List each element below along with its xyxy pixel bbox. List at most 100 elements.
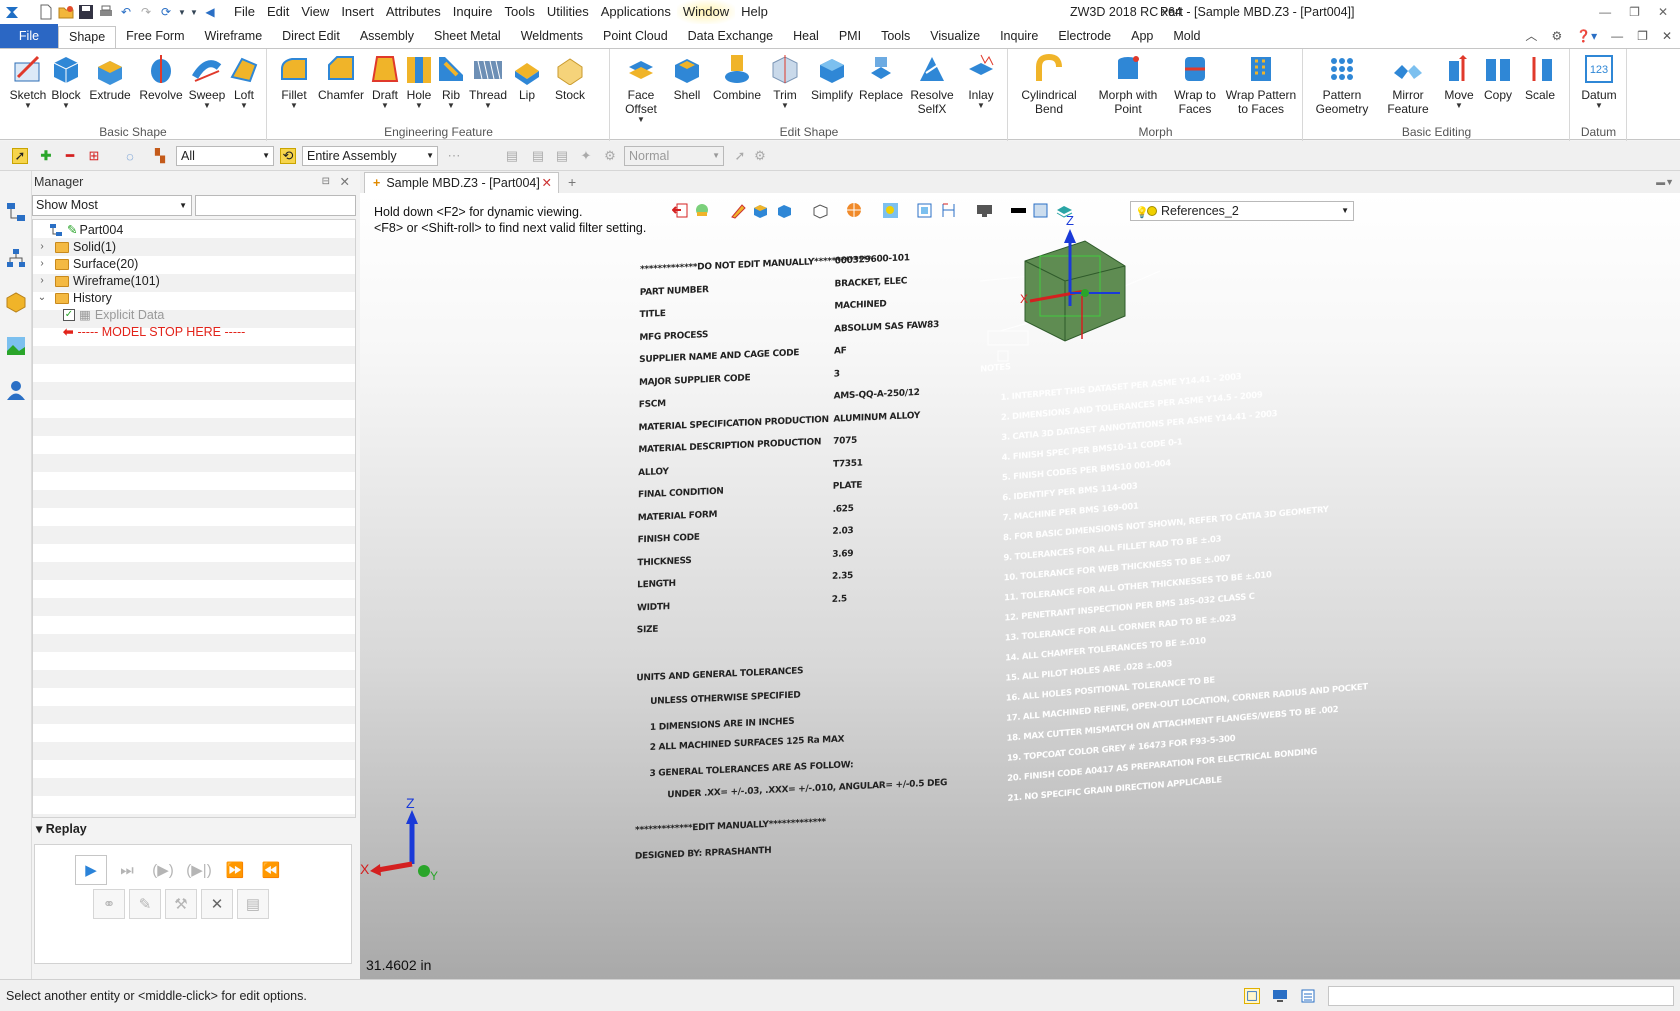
replay-header[interactable]: ▾ Replay <box>32 818 356 840</box>
view-cube-icon[interactable] <box>776 202 793 219</box>
exit-icon[interactable] <box>672 202 689 219</box>
tab-weldments[interactable]: Weldments <box>511 24 593 48</box>
checkbox-icon[interactable]: ✓ <box>63 309 75 321</box>
close-icon[interactable]: ✕ <box>1658 0 1668 24</box>
datum-button[interactable]: 123 Datum ▼ <box>1579 53 1619 110</box>
step-over-button[interactable]: (▶|) <box>183 855 215 885</box>
tree-item-explicit-data[interactable]: ✓ ▦ Explicit Data <box>63 306 164 324</box>
filter-icon[interactable]: ▚ <box>152 148 168 164</box>
lasso-select-icon[interactable]: ◌ <box>122 148 138 164</box>
tree-item-surface[interactable]: › Surface(20) <box>35 255 138 273</box>
assembly-filter-icon[interactable]: ⟲ <box>280 148 296 164</box>
extrude-button[interactable]: Extrude <box>88 53 132 102</box>
tab-sample-mbd[interactable]: + Sample MBD.Z3 - [Part004] ✕ <box>364 172 559 193</box>
menu-file[interactable]: File <box>228 0 261 24</box>
redo-icon[interactable]: ↷ <box>138 4 154 20</box>
part-library-icon[interactable] <box>5 291 27 313</box>
command-input[interactable] <box>1328 986 1674 1006</box>
render-icon[interactable] <box>882 202 899 219</box>
user-icon[interactable] <box>5 379 27 401</box>
section-icon[interactable] <box>846 202 863 219</box>
tab-inquire[interactable]: Inquire <box>990 24 1048 48</box>
move-button[interactable]: Move ▼ <box>1440 53 1478 110</box>
tab-list-icon[interactable]: ▬▼ <box>1656 171 1674 193</box>
link-tool-button[interactable]: ⚭ <box>93 889 125 919</box>
tab-visualize[interactable]: Visualize <box>920 24 990 48</box>
copy-button[interactable]: Copy <box>1480 53 1516 102</box>
cylindrical-bend-button[interactable]: Cylindrical Bend <box>1017 53 1081 116</box>
open-folder-icon[interactable] <box>58 4 74 20</box>
close-icon[interactable]: ✕ <box>542 173 552 193</box>
loft-button[interactable]: Loft ▼ <box>228 53 260 110</box>
rewind-button[interactable]: ⏪ <box>255 855 287 885</box>
new-file-icon[interactable] <box>38 4 54 20</box>
replace-button[interactable]: Replace <box>859 53 903 102</box>
menu-help[interactable]: Help <box>735 0 774 24</box>
hole-button[interactable]: Hole ▼ <box>404 53 434 110</box>
assembly-tree-icon[interactable] <box>5 247 27 269</box>
dimension-icon[interactable] <box>940 202 957 219</box>
undo-icon[interactable]: ↶ <box>118 4 134 20</box>
sweep-button[interactable]: Sweep ▼ <box>188 53 226 110</box>
add-pick-icon[interactable]: ✚ <box>38 148 54 164</box>
pin-icon[interactable]: ⊟ <box>322 171 330 193</box>
new-tab-button[interactable]: + <box>568 171 576 193</box>
block-button[interactable]: Block ▼ <box>48 53 84 110</box>
tab-wireframe[interactable]: Wireframe <box>195 24 273 48</box>
tab-sheet-metal[interactable]: Sheet Metal <box>424 24 511 48</box>
tab-data-exchange[interactable]: Data Exchange <box>678 24 783 48</box>
tree-item-model-stop[interactable]: ⬅ ----- MODEL STOP HERE ----- <box>63 323 245 341</box>
play-button[interactable]: ▶ <box>75 855 107 885</box>
select-pointer-icon[interactable]: ➚ <box>12 148 28 164</box>
face-offset-button[interactable]: Face Offset ▼ <box>619 53 663 124</box>
tab-mold[interactable]: Mold <box>1163 24 1210 48</box>
wrap-pattern-to-faces-button[interactable]: Wrap Pattern to Faces <box>1223 53 1299 116</box>
scale-button[interactable]: Scale <box>1522 53 1558 102</box>
chamfer-button[interactable]: Chamfer <box>318 53 364 102</box>
chevron-right-icon[interactable]: › <box>35 255 49 273</box>
gear-icon[interactable]: ⚙ <box>1551 24 1562 48</box>
help-icon[interactable]: ❓▾ <box>1576 24 1597 48</box>
pencil-icon[interactable] <box>730 202 747 219</box>
step-next-button[interactable]: ⏭ <box>111 855 143 885</box>
part-model[interactable]: Z X <box>960 211 1180 371</box>
fast-forward-button[interactable]: ⏩ <box>219 855 251 885</box>
collapse-ribbon-icon[interactable]: ︿ <box>1525 24 1537 48</box>
pick-filter-dropdown[interactable]: All ▼ <box>176 146 274 166</box>
tab-heal[interactable]: Heal <box>783 24 829 48</box>
simplify-button[interactable]: Simplify <box>809 53 855 102</box>
combine-button[interactable]: Combine <box>711 53 763 102</box>
tab-free-form[interactable]: Free Form <box>116 24 194 48</box>
menu-applications[interactable]: Applications <box>595 0 677 24</box>
morph-with-point-button[interactable]: Morph with Point <box>1091 53 1165 116</box>
tree-item-wireframe[interactable]: › Wireframe(101) <box>35 272 160 290</box>
lip-button[interactable]: Lip <box>512 53 542 102</box>
edit-tool-button[interactable]: ✎ <box>129 889 161 919</box>
prompt-icon[interactable] <box>1244 988 1260 1004</box>
chevron-down-icon[interactable]: ⌄ <box>35 289 49 307</box>
close-icon[interactable]: ✕ <box>340 171 350 193</box>
menu-view[interactable]: View <box>295 0 335 24</box>
doc-close-icon[interactable]: ✕ <box>1662 24 1672 48</box>
step-into-button[interactable]: (▶) <box>147 855 179 885</box>
app-logo-icon[interactable] <box>4 4 20 20</box>
tab-shape[interactable]: Shape <box>58 26 117 48</box>
tree-item-root[interactable]: ✎ Part004 <box>35 221 123 239</box>
mirror-feature-button[interactable]: Mirror Feature <box>1378 53 1438 116</box>
shell-button[interactable]: Shell <box>667 53 707 102</box>
menu-insert[interactable]: Insert <box>335 0 380 24</box>
tab-pmi[interactable]: PMI <box>829 24 871 48</box>
show-filter-dropdown[interactable]: Show Most ▼ <box>32 195 192 216</box>
tree-item-history[interactable]: ⌄ History <box>35 289 112 307</box>
wire-cube-icon[interactable] <box>812 202 829 219</box>
tab-app[interactable]: App <box>1121 24 1163 48</box>
tree-item-solid[interactable]: › Solid(1) <box>35 238 116 256</box>
pattern-geometry-button[interactable]: Pattern Geometry <box>1310 53 1374 116</box>
resolve-selfx-button[interactable]: Resolve SelfX <box>907 53 957 116</box>
graphics-viewport[interactable]: Hold down <F2> for dynamic viewing. <F8>… <box>360 193 1680 979</box>
thread-button[interactable]: Thread ▼ <box>468 53 508 110</box>
monitor-icon[interactable] <box>1272 988 1288 1004</box>
delete-button[interactable]: ✕ <box>201 889 233 919</box>
inlay-button[interactable]: Inlay ▼ <box>961 53 1001 110</box>
doc-restore-icon[interactable]: ❐ <box>1637 24 1648 48</box>
